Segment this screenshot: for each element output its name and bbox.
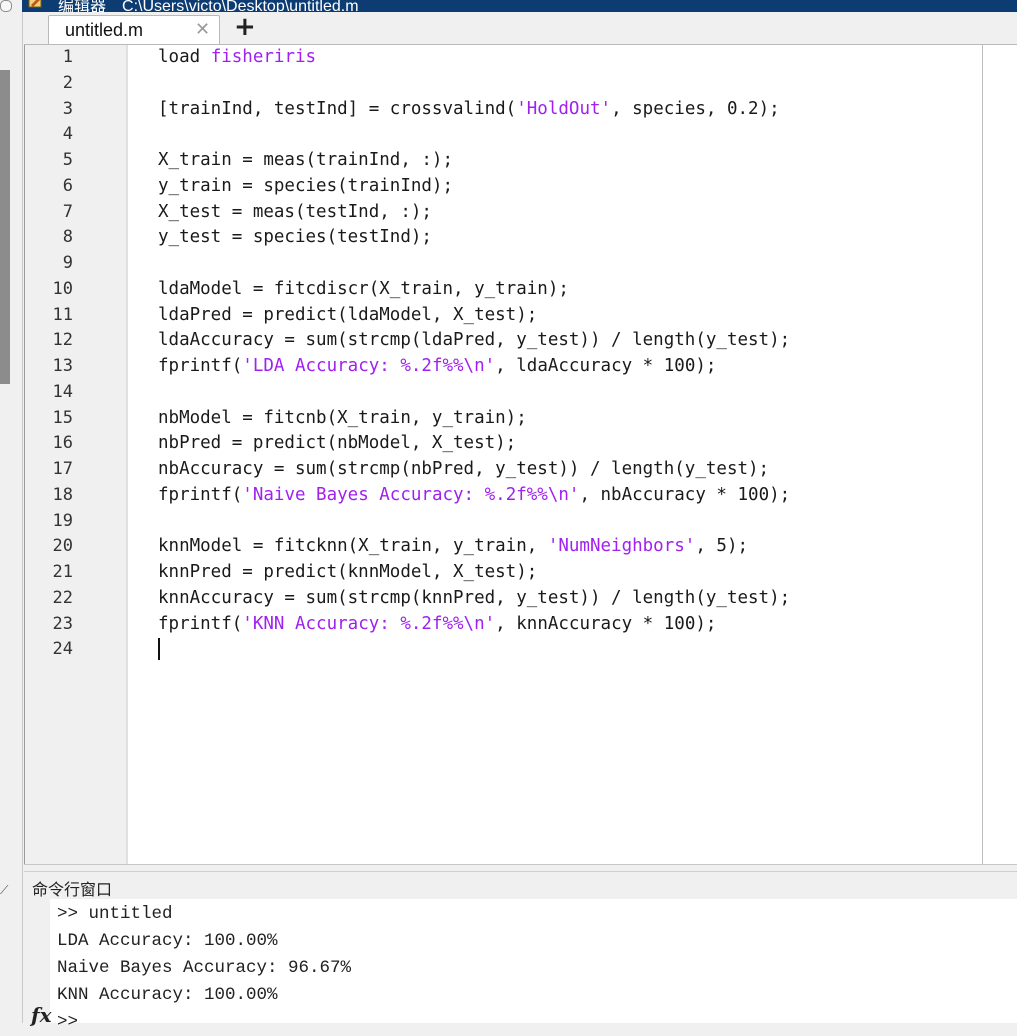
- command-output-line: Naive Bayes Accuracy: 96.67%: [57, 958, 352, 978]
- close-tab-icon[interactable]: ✕: [195, 19, 210, 40]
- line-number: 17: [52, 459, 73, 479]
- editor-title-bar: 编辑器 C:\Users\victo\Desktop\untitled.m: [22, 0, 1017, 12]
- code-token: , nbAccuracy * 100);: [579, 484, 791, 505]
- line-number: 9: [62, 253, 73, 273]
- code-line[interactable]: [trainInd, testInd] = crossvalind('HoldO…: [158, 97, 780, 123]
- code-line[interactable]: y_train = species(trainInd);: [158, 174, 453, 200]
- new-tab-plus-icon[interactable]: +: [234, 13, 256, 41]
- code-token: y_train = species(trainInd);: [158, 175, 454, 196]
- text-cursor: [158, 638, 160, 660]
- code-token: knnModel = fitcknn(X_train, y_train,: [158, 536, 548, 557]
- code-token: fprintf(: [158, 356, 243, 376]
- line-number: 23: [52, 613, 73, 634]
- code-token: nbAccuracy = sum(strcmp(nbPred, y_test))…: [158, 459, 770, 479]
- line-number: 18: [52, 484, 73, 505]
- code-line[interactable]: y_test = species(testInd);: [158, 225, 432, 251]
- line-number: 10: [52, 278, 73, 299]
- line-number: 24: [52, 639, 73, 660]
- code-token: y_test = species(testInd);: [158, 227, 432, 248]
- command-window[interactable]: fx >> untitled LDA Accuracy: 100.00% Naive…: [24, 899, 1017, 1032]
- line-number: 13: [52, 356, 73, 376]
- string-literal: 'HoldOut': [516, 98, 612, 119]
- line-number: 6: [62, 175, 73, 196]
- code-line[interactable]: ldaPred = predict(ldaModel, X_test);: [158, 303, 537, 329]
- code-token: , species, 0.2);: [611, 98, 780, 119]
- code-line[interactable]: knnAccuracy = sum(strcmp(knnPred, y_test…: [158, 586, 790, 612]
- code-token: knnAccuracy = sum(strcmp(knnPred, y_test…: [158, 587, 791, 608]
- line-number: 7: [62, 201, 73, 222]
- code-token: , knnAccuracy * 100);: [495, 613, 717, 634]
- collapse-chevron-icon[interactable]: ⟋: [0, 883, 8, 898]
- line-number: 19: [52, 510, 73, 531]
- code-token: fprintf(: [158, 484, 243, 505]
- code-line[interactable]: X_test = meas(testInd, :);: [158, 200, 432, 226]
- command-output-line: KNN Accuracy: 100.00%: [57, 985, 278, 1005]
- code-token: load: [158, 47, 211, 67]
- code-line[interactable]: fprintf('Naive Bayes Accuracy: %.2f%%\n'…: [158, 483, 790, 509]
- line-number: 1: [62, 47, 73, 67]
- command-window-title: 命令行窗口: [32, 880, 113, 899]
- code-line[interactable]: nbPred = predict(nbModel, X_test);: [158, 431, 516, 457]
- code-line[interactable]: load fisheriris: [158, 45, 316, 71]
- title-path: C:\Users\victo\Desktop\untitled.m: [122, 0, 359, 12]
- code-token: fprintf(: [158, 613, 243, 634]
- code-token: X_train = meas(trainInd, :);: [158, 150, 454, 170]
- code-token: nbModel = fitcnb(X_train, y_train);: [158, 407, 527, 428]
- tab-untitled[interactable]: untitled.m ✕: [48, 15, 220, 44]
- code-line[interactable]: X_train = meas(trainInd, :);: [158, 148, 453, 174]
- code-token: knnPred = predict(knnModel, X_test);: [158, 562, 538, 582]
- command-output-line: LDA Accuracy: 100.00%: [57, 931, 278, 951]
- left-scrollbar-thumb[interactable]: [0, 70, 10, 384]
- code-line[interactable]: fprintf('LDA Accuracy: %.2f%%\n', ldaAcc…: [158, 354, 716, 380]
- string-literal: 'Naive Bayes Accuracy: %.2f%%\n': [242, 484, 580, 505]
- code-line[interactable]: nbAccuracy = sum(strcmp(nbPred, y_test))…: [158, 457, 769, 483]
- command-window-header: 命令行窗口: [24, 871, 1017, 900]
- command-output-line: >> untitled: [57, 904, 173, 924]
- code-line[interactable]: ldaAccuracy = sum(strcmp(ldaPred, y_test…: [158, 328, 790, 354]
- code-token: ldaAccuracy = sum(strcmp(ldaPred, y_test…: [158, 330, 791, 351]
- line-number: 20: [52, 536, 73, 557]
- title-label: 编辑器: [58, 0, 107, 12]
- line-number-gutter: 1 2 3 4 5 6 7 8 9 10 11 12 13 14 15 16 17 18 19 20 21 22 23 24: [25, 45, 128, 864]
- line-number: 22: [52, 587, 73, 608]
- line-number: 5: [62, 150, 73, 170]
- editor-pencil-icon: [28, 0, 42, 8]
- code-token: X_test = meas(testInd, :);: [158, 201, 432, 222]
- code-token: ldaModel = fitcdiscr(X_train, y_train);: [158, 278, 569, 299]
- fx-icon[interactable]: fx: [31, 1003, 52, 1027]
- line-number: 2: [62, 72, 73, 93]
- line-number: 8: [62, 227, 73, 248]
- string-literal: 'LDA Accuracy: %.2f%%\n': [242, 356, 496, 376]
- code-line[interactable]: knnModel = fitcknn(X_train, y_train, 'Nu…: [158, 534, 748, 560]
- code-token: nbPred = predict(nbModel, X_test);: [158, 433, 517, 454]
- code-line[interactable]: nbModel = fitcnb(X_train, y_train);: [158, 406, 527, 432]
- string-literal: fisheriris: [210, 47, 317, 67]
- line-number: 21: [52, 562, 73, 582]
- line-number: 16: [52, 433, 73, 454]
- line-number: 15: [52, 407, 73, 428]
- tab-label: untitled.m: [65, 20, 144, 40]
- line-number: 3: [62, 98, 73, 119]
- code-token: ldaPred = predict(ldaModel, X_test);: [158, 304, 538, 325]
- command-gutter: fx: [24, 899, 52, 1027]
- string-literal: 'KNN Accuracy: %.2f%%\n': [242, 613, 496, 634]
- code-editor[interactable]: 1 2 3 4 5 6 7 8 9 10 11 12 13 14 15 16 17 18 19 20 21 22 23 24 …: [24, 45, 1017, 864]
- code-token: [trainInd, testInd] = crossvalind(: [158, 98, 517, 119]
- left-panel-strip: ⟋: [0, 0, 23, 1023]
- code-line[interactable]: fprintf('KNN Accuracy: %.2f%%\n', knnAcc…: [158, 612, 716, 638]
- code-line[interactable]: ldaModel = fitcdiscr(X_train, y_train);: [158, 277, 569, 303]
- right-margin-line: [982, 45, 983, 864]
- line-number: 14: [52, 381, 73, 402]
- code-token: , 5);: [695, 536, 749, 557]
- code-line[interactable]: knnPred = predict(knnModel, X_test);: [158, 560, 537, 586]
- editor-tab-bar: untitled.m ✕ +: [24, 12, 1017, 45]
- line-number: 11: [52, 304, 73, 325]
- code-token: , ldaAccuracy * 100);: [495, 356, 717, 376]
- line-number: 12: [52, 330, 73, 351]
- title-text: 编辑器 C:\Users\victo\Desktop\untitled.m: [58, 0, 359, 12]
- line-number: 4: [62, 124, 73, 145]
- panel-corner-icon: [0, 0, 12, 12]
- string-literal: 'NumNeighbors': [547, 536, 696, 557]
